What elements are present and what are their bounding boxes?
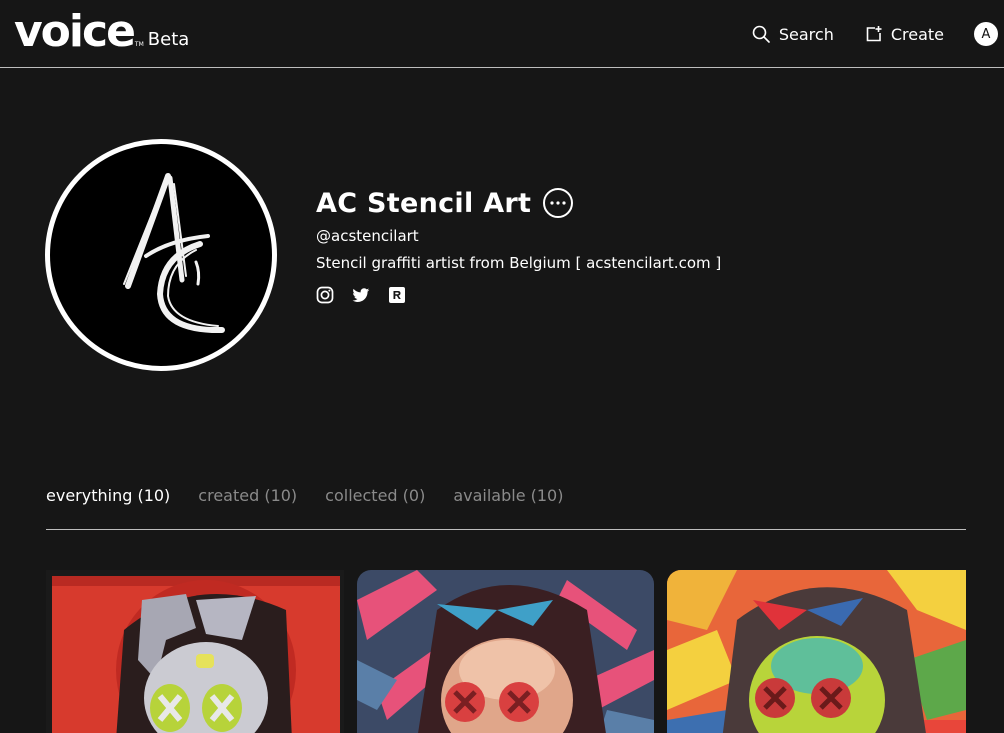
artwork-card[interactable] [357,570,654,733]
artwork-card[interactable] [46,570,344,733]
create-label: Create [890,24,944,44]
instagram-icon [316,286,334,304]
rarible-icon [389,287,405,303]
more-options-button[interactable] [543,188,574,218]
ac-monogram-logo [123,173,225,333]
collection-tabs: everything (10) created (10) collected (… [46,486,966,530]
profile-bio: Stencil graffiti artist from Belgium [ a… [316,254,722,272]
more-icon [550,201,566,205]
logo-trademark: TM [134,41,144,48]
account-avatar-button[interactable]: A [974,22,998,46]
beta-badge: Beta [147,29,190,50]
artwork-card[interactable] [667,570,966,733]
twitter-link[interactable] [352,286,370,304]
rarible-link[interactable] [388,286,406,304]
create-button[interactable]: Create [866,25,944,44]
logo-wordmark: voice [14,6,136,57]
artwork-image [357,570,654,733]
search-icon [752,25,770,43]
tab-available[interactable]: available (10) [453,486,563,529]
create-icon [866,26,882,42]
search-button[interactable]: Search [752,25,834,44]
artwork-image [46,570,344,733]
search-label: Search [778,24,834,44]
tab-collected[interactable]: collected (0) [325,486,425,529]
voice-logo[interactable]: voice TM Beta [14,6,190,57]
header-nav: Search Create A [752,20,998,48]
artwork-image [667,570,966,733]
profile-name: AC Stencil Art [316,187,532,219]
profile-avatar [45,139,277,371]
twitter-icon [352,287,370,302]
social-links [316,286,721,304]
instagram-link[interactable] [316,286,334,304]
tab-everything[interactable]: everything (10) [46,486,170,529]
profile-info: AC Stencil Art @acstencilart Stencil gra… [316,186,721,304]
tab-created[interactable]: created (10) [198,486,297,529]
top-bar: voice TM Beta Search Create A [0,0,1004,68]
profile-name-row: AC Stencil Art [316,186,721,220]
profile-handle: @acstencilart [316,227,419,245]
